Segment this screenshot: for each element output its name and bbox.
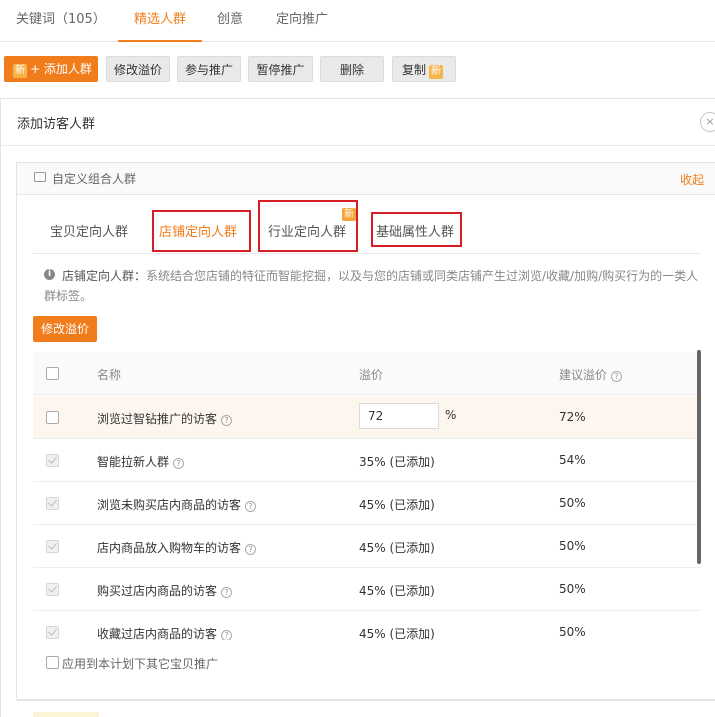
table-header-row: 名称 溢价 建议溢价? [33, 352, 701, 395]
row-suggested: 50% [559, 539, 586, 553]
row-suggested: 54% [559, 453, 586, 467]
select-all-checkbox[interactable] [46, 367, 59, 380]
collapse-link[interactable]: 收起 [680, 171, 704, 188]
row-checkbox[interactable] [46, 411, 59, 424]
row-suggested: 50% [559, 625, 586, 639]
close-icon[interactable]: × [700, 112, 715, 132]
info-icon: i [44, 269, 55, 280]
row-suggested: 50% [559, 582, 586, 596]
tab-targeted-promotion[interactable]: 定向推广 [276, 8, 328, 42]
subtab-item-audience[interactable]: 宝贝定向人群 [50, 221, 128, 240]
row-checkbox [46, 454, 59, 467]
copy-button[interactable]: 复制新 [392, 56, 456, 82]
row-name-label: 购买过店内商品的访客 [97, 584, 218, 598]
highlight-box-store [152, 210, 251, 252]
join-promotion-button[interactable]: 参与推广 [177, 56, 241, 82]
help-icon: ? [221, 630, 233, 640]
row-checkbox [46, 540, 59, 553]
copy-label: 复制 [401, 63, 426, 77]
row-name: 购买过店内商品的访客? [97, 582, 233, 599]
row-checkbox [46, 497, 59, 510]
row-premium: 45% (已添加) [359, 541, 435, 555]
row-name: 收藏过店内商品的访客? [97, 625, 233, 640]
tab-selected-audience[interactable]: 精选人群 [118, 8, 202, 42]
row-suggested: 50% [559, 496, 586, 510]
subtab-divider [33, 253, 701, 254]
audience-table: 名称 溢价 建议溢价? 浏览过智钻推广的访客? 72 % 72% 智能拉新人群?… [33, 352, 701, 640]
help-icon: ? [245, 501, 257, 512]
info-description: 店铺定向人群：系统结合您店铺的特征而智能挖掘，以及与您的店铺或同类店铺产生过浏览… [44, 266, 704, 306]
table-row: 浏览未购买店内商品的访客? 45% (已添加) 50% [33, 482, 701, 525]
help-icon: ? [221, 415, 233, 426]
highlight-box-basic [371, 212, 462, 247]
add-audience-label: + 添加人群 [30, 62, 92, 76]
premium-input[interactable]: 72 [359, 403, 439, 429]
add-audience-button[interactable]: 新 + 添加人群 [4, 56, 98, 82]
header-suggested-label: 建议溢价 [559, 368, 608, 382]
header-name: 名称 [97, 368, 122, 382]
apply-all-label: 应用到本计划下其它宝贝推广 [62, 657, 219, 671]
row-name-label: 店内商品放入购物车的访客 [97, 541, 242, 555]
panel-divider [1, 145, 715, 146]
table-scrollbar[interactable] [697, 350, 701, 564]
row-name: 店内商品放入购物车的访客? [97, 539, 257, 556]
row-checkbox [46, 626, 59, 639]
row-premium: 45% (已添加) [359, 627, 435, 640]
edit-premium-button[interactable]: 修改溢价 [106, 56, 170, 82]
bottom-button-hint [33, 712, 99, 717]
panel-title: 添加访客人群 [17, 117, 96, 132]
row-checkbox [46, 583, 59, 596]
row-name-label: 浏览过智钻推广的访客 [97, 412, 218, 426]
copy-new-badge: 新 [429, 65, 443, 79]
premium-unit: % [445, 408, 457, 422]
help-icon: ? [173, 458, 185, 469]
table-row: 浏览过智钻推广的访客? 72 % 72% [33, 396, 701, 439]
table-row: 智能拉新人群? 35% (已添加) 54% [33, 439, 701, 482]
row-name-label: 智能拉新人群 [97, 455, 170, 469]
help-icon: ? [611, 371, 623, 382]
row-name-label: 收藏过店内商品的访客 [97, 627, 218, 640]
row-name: 浏览过智钻推广的访客? [97, 410, 233, 427]
table-row: 店内商品放入购物车的访客? 45% (已添加) 50% [33, 525, 701, 568]
row-premium: 45% (已添加) [359, 498, 435, 512]
help-icon: ? [245, 544, 257, 555]
row-premium: 35% (已添加) [359, 455, 435, 469]
info-title: 店铺定向人群： [62, 269, 147, 283]
table-row: 购买过店内商品的访客? 45% (已添加) 50% [33, 568, 701, 611]
new-badge: 新 [13, 64, 28, 78]
row-suggested: 72% [559, 410, 586, 424]
edit-premium-inline-button[interactable]: 修改溢价 [33, 316, 97, 342]
delete-button[interactable]: 删除 [320, 56, 384, 82]
highlight-box-industry [258, 200, 358, 252]
table-row: 收藏过店内商品的访客? 45% (已添加) 50% [33, 611, 701, 640]
row-name: 浏览未购买店内商品的访客? [97, 496, 257, 513]
row-name-label: 浏览未购买店内商品的访客 [97, 498, 242, 512]
help-icon: ? [221, 587, 233, 598]
header-suggested: 建议溢价? [559, 366, 623, 383]
tab-keywords[interactable]: 关键词（105） [16, 8, 106, 42]
bottom-divider [17, 700, 715, 701]
header-premium: 溢价 [359, 368, 384, 382]
row-premium: 45% (已添加) [359, 584, 435, 598]
custom-group-title: 自定义组合人群 [52, 172, 137, 186]
top-tab-bar: 关键词（105） 精选人群 创意 定向推广 [0, 0, 715, 42]
tab-creative[interactable]: 创意 [217, 8, 243, 42]
apply-all-checkbox[interactable] [46, 656, 59, 669]
frame-icon [34, 172, 46, 182]
pause-promotion-button[interactable]: 暂停推广 [248, 56, 313, 82]
row-name: 智能拉新人群? [97, 453, 185, 470]
